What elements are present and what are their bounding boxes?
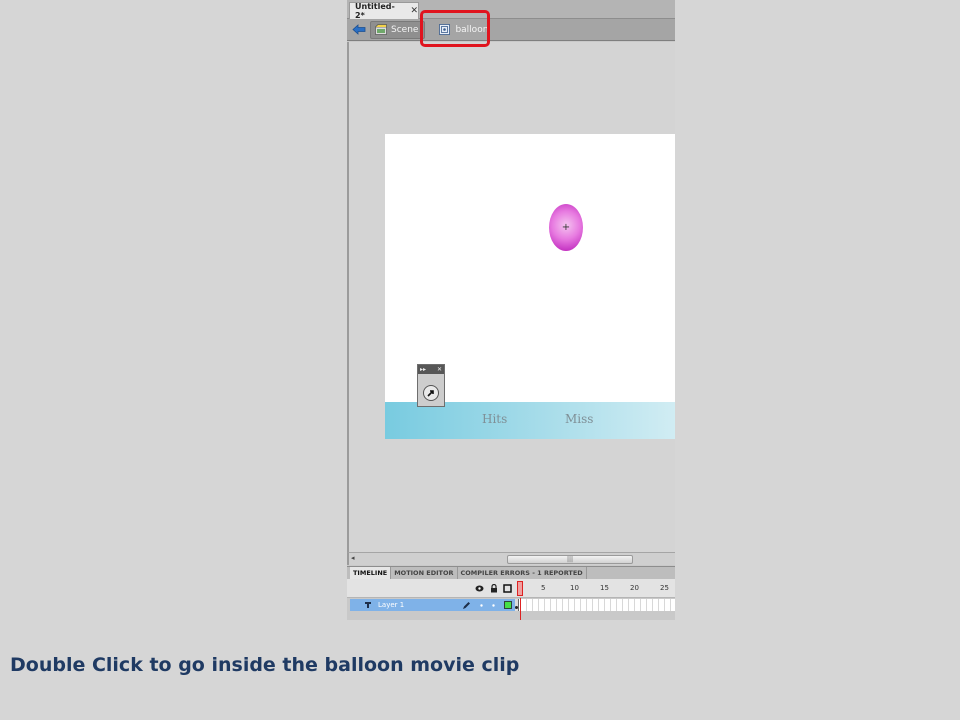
frame-number: 5	[541, 584, 546, 592]
lock-dot-icon[interactable]	[492, 603, 495, 607]
outline-icon[interactable]	[503, 584, 512, 593]
breadcrumb-scene-label: Scene	[391, 24, 419, 35]
horizontal-scrollbar[interactable]: ◂ |||	[347, 552, 675, 565]
floating-panel-header[interactable]: ▸▸ ✕	[418, 365, 444, 374]
frame-number: 15	[600, 584, 609, 592]
outline-color-icon[interactable]	[504, 601, 512, 609]
layer-icon	[364, 601, 372, 609]
breadcrumb-scene[interactable]: Scene	[370, 20, 426, 39]
document-tab-bar: Untitled-2* ✕	[347, 0, 675, 20]
lock-icon[interactable]	[489, 584, 498, 593]
balloon-movie-clip[interactable]: +	[549, 204, 583, 251]
collapse-icon[interactable]: ▸▸	[420, 366, 426, 373]
flash-window: Untitled-2* ✕ Scene balloon + Hits Miss …	[347, 0, 675, 620]
close-icon[interactable]: ✕	[437, 366, 442, 373]
highlight-annotation	[420, 10, 490, 47]
selection-arrow-icon[interactable]	[423, 385, 439, 401]
pencil-icon	[463, 601, 470, 609]
scene-icon	[375, 24, 387, 35]
timeline-header: 5 10 15 20 25	[347, 579, 675, 598]
score-bar: Hits Miss	[385, 402, 675, 439]
close-icon[interactable]: ✕	[410, 6, 418, 16]
tab-compiler-errors[interactable]: COMPILER ERRORS - 1 REPORTED	[458, 567, 587, 579]
frame-number: 10	[570, 584, 579, 592]
frame-number: 25	[660, 584, 669, 592]
tab-timeline[interactable]: TIMELINE	[350, 567, 392, 579]
caption-text: Double Click to go inside the balloon mo…	[10, 654, 520, 676]
visibility-dot-icon[interactable]	[480, 603, 483, 607]
tab-motion-editor[interactable]: MOTION EDITOR	[391, 567, 458, 579]
scrollbar-thumb[interactable]: |||	[507, 555, 633, 564]
layer-frames[interactable]	[515, 599, 675, 611]
timeline-tab-bar: TIMELINE MOTION EDITOR COMPILER ERRORS -…	[347, 566, 675, 579]
stage-pasteboard: + Hits Miss ▸▸ ✕	[347, 42, 675, 552]
keyframe[interactable]	[515, 599, 519, 611]
registration-point: +	[561, 221, 571, 233]
layer-controls	[462, 601, 512, 610]
scroll-left-icon[interactable]: ◂	[351, 554, 355, 562]
playhead-line	[520, 598, 521, 620]
layer-name: Layer 1	[378, 601, 405, 609]
layer-row[interactable]: Layer 1	[350, 599, 515, 611]
floating-tool-panel[interactable]: ▸▸ ✕	[417, 364, 445, 407]
frame-number: 20	[630, 584, 639, 592]
back-arrow-icon[interactable]	[350, 21, 368, 39]
miss-label: Miss	[565, 412, 594, 426]
playhead[interactable]	[517, 581, 523, 596]
eye-icon[interactable]	[475, 584, 484, 593]
document-tab[interactable]: Untitled-2* ✕	[349, 2, 419, 20]
edit-bar: Scene balloon	[347, 19, 675, 41]
hits-label: Hits	[482, 412, 508, 426]
frame-ruler[interactable]: 5 10 15 20 25	[515, 579, 675, 598]
document-tab-title: Untitled-2*	[355, 2, 395, 20]
